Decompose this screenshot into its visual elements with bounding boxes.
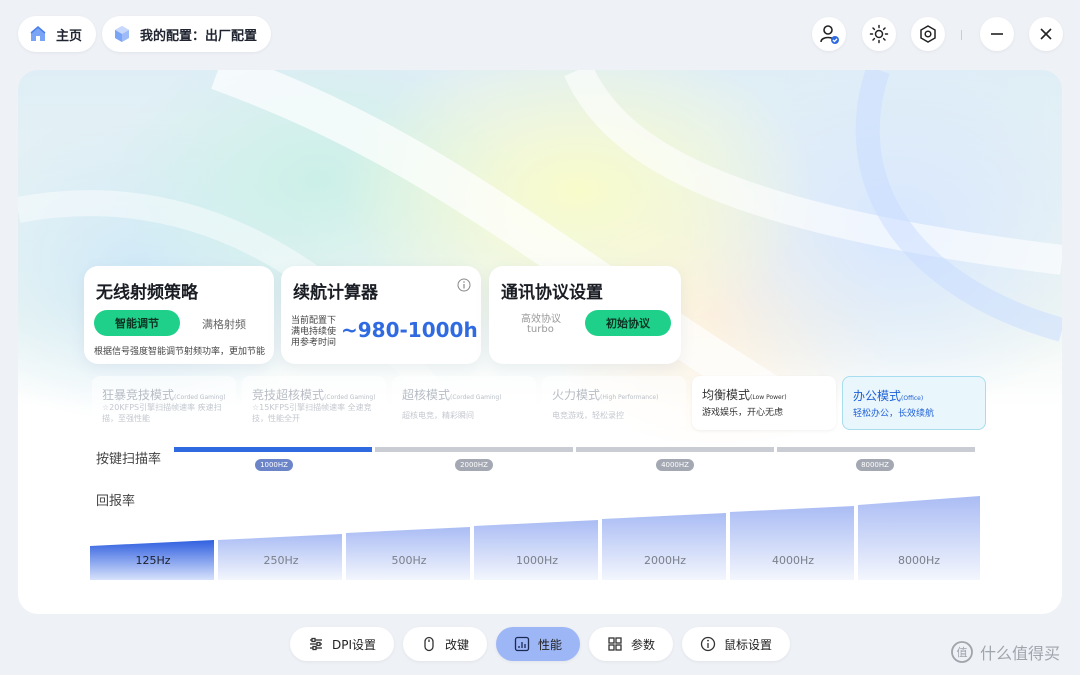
nav-mouse-settings-label: 鼠标设置 <box>723 637 772 652</box>
scan-rate-label: 按键扫描率 <box>96 452 162 467</box>
report-rate-option[interactable]: 2000Hz <box>602 554 728 567</box>
top-bar: 主页 我的配置：出厂配置 <box>0 0 1080 70</box>
scan-rate-option[interactable]: 8000HZ <box>856 459 894 471</box>
home-button[interactable]: 主页 <box>18 16 97 52</box>
report-rate-4000-bar[interactable] <box>730 506 854 580</box>
mode-en: (Office) <box>901 395 924 402</box>
config-button[interactable]: 我的配置：出厂配置 <box>102 16 272 52</box>
user-verified-icon <box>820 25 839 44</box>
battery-card: 续航计算器 当前配置下满电持续使用参考时间 ~980-1000h <box>281 266 481 364</box>
svg-text:值: 值 <box>957 646 968 659</box>
mode-desc: 轻松办公，长效续航 <box>853 409 935 419</box>
mode-en: (Corded Gaming) <box>450 394 502 401</box>
scan-rate-option[interactable]: 1000HZ <box>255 459 293 471</box>
nav-dpi-button[interactable]: DPI设置 <box>290 627 394 661</box>
config-label: 我的配置：出厂配置 <box>140 28 258 44</box>
mode-name: 狂暴竞技模式 <box>102 388 175 402</box>
nav-performance-button[interactable]: 性能 <box>496 627 580 661</box>
mode-name: 火力模式 <box>552 388 601 402</box>
info-circle-icon <box>700 636 716 652</box>
watermark-logo-icon: 值 <box>951 641 973 663</box>
mode-competitive-super[interactable]: 竞技超核模式(Corded Gaming) ☆15KFPS引擎扫描帧速率 全速竞… <box>242 376 386 430</box>
cube-icon <box>115 26 129 42</box>
mode-super-core[interactable]: 超核模式(Corded Gaming) 超核电竞，精彩瞬间 <box>392 376 536 430</box>
report-rate-option[interactable]: 125Hz <box>90 554 216 567</box>
mode-desc: ☆15KFPS引擎扫描帧速率 全速竞技，性能全开 <box>252 403 372 423</box>
battery-note: 当前配置下满电持续使用参考时间 <box>291 316 337 348</box>
minimize-button[interactable] <box>980 17 1014 51</box>
nav-params-button[interactable]: 参数 <box>589 627 673 661</box>
rf-note: 根据信号强度智能调节射频功率，更加节能 <box>94 347 266 357</box>
mode-name: 均衡模式 <box>702 388 751 402</box>
minimize-icon <box>991 33 1003 35</box>
nav-keys-button[interactable]: 改键 <box>403 627 487 661</box>
scan-rate-segment-4000[interactable] <box>576 447 774 452</box>
report-rate-option[interactable]: 250Hz <box>218 554 344 567</box>
mode-name: 竞技超核模式 <box>252 388 325 402</box>
nav-params-label: 参数 <box>630 637 655 652</box>
hex-gear-icon <box>920 25 936 43</box>
protocol-card: 通讯协议设置 高效协议 turbo 初始协议 <box>489 266 681 364</box>
mode-desc: ☆20KFPS引擎扫描帧速率 疾速扫描，至强性能 <box>102 403 222 423</box>
brightness-button[interactable] <box>862 17 896 51</box>
mode-en: (Low Power) <box>750 394 787 401</box>
mode-desc: 游戏娱乐，开心无虑 <box>702 408 784 418</box>
home-icon <box>30 26 46 41</box>
rf-strategy-card: 无线射频策略 智能调节 满格射频 根据信号强度智能调节射频功率，更加节能 <box>84 266 274 364</box>
scan-rate-segment-1000[interactable] <box>174 447 372 452</box>
full-rf-button[interactable]: 满格射频 <box>202 316 246 332</box>
nav-dpi-label: DPI设置 <box>331 637 377 652</box>
grid-icon <box>608 637 622 651</box>
nav-mouse-settings-button[interactable]: 鼠标设置 <box>682 627 790 661</box>
nav-performance-label: 性能 <box>537 637 562 652</box>
scan-rate-segment-8000[interactable] <box>777 447 975 452</box>
mode-balanced[interactable]: 均衡模式(Low Power) 游戏娱乐，开心无虑 <box>692 376 836 430</box>
turbo-label[interactable]: turbo <box>527 324 554 335</box>
settings-button[interactable] <box>911 17 945 51</box>
mode-desc: 超核电竞，精彩瞬间 <box>402 411 474 420</box>
report-rate-8000-bar[interactable] <box>858 496 980 580</box>
battery-value: ~980-1000h <box>341 318 478 342</box>
mode-en: (High Performance) <box>600 394 659 401</box>
smart-adjust-button[interactable]: 智能调节 <box>94 310 180 336</box>
sun-icon <box>869 24 889 44</box>
report-rate-1000-bar[interactable] <box>474 520 598 580</box>
report-rate-option[interactable]: 8000Hz <box>856 554 982 567</box>
close-button[interactable] <box>1029 17 1063 51</box>
home-label: 主页 <box>56 28 83 44</box>
report-rate-option[interactable]: 1000Hz <box>474 554 600 567</box>
battery-title: 续航计算器 <box>293 283 378 303</box>
mode-en: (Corded Gaming) <box>174 394 226 401</box>
mode-en: (Corded Gaming) <box>324 394 376 401</box>
performance-panel: 无线射频策略 智能调节 满格射频 根据信号强度智能调节射频功率，更加节能 续航计… <box>18 70 1062 614</box>
watermark-text: 什么值得买 <box>980 644 1061 663</box>
mode-name: 办公模式 <box>853 389 902 403</box>
sliders-icon <box>309 637 322 651</box>
scan-rate-segment-2000[interactable] <box>375 447 573 452</box>
info-icon[interactable] <box>457 278 471 292</box>
mode-name: 超核模式 <box>402 388 451 402</box>
initial-protocol-button[interactable]: 初始协议 <box>585 310 671 336</box>
mode-office[interactable]: 办公模式(Office) 轻松办公，长效续航 <box>842 376 986 430</box>
toolbar-divider <box>961 30 962 40</box>
scan-rate-option[interactable]: 2000HZ <box>455 459 493 471</box>
mode-frenzy[interactable]: 狂暴竞技模式(Corded Gaming) ☆20KFPS引擎扫描帧速率 疾速扫… <box>92 376 236 430</box>
mode-firepower[interactable]: 火力模式(High Performance) 电竞游戏，轻松录控 <box>542 376 686 430</box>
protocol-title: 通讯协议设置 <box>501 283 603 303</box>
rf-title: 无线射频策略 <box>96 283 198 303</box>
nav-keys-label: 改键 <box>444 637 469 652</box>
watermark: 值 什么值得买 <box>950 640 1060 664</box>
close-icon <box>1040 28 1052 40</box>
mouse-icon <box>424 636 434 652</box>
report-rate-2000-bar[interactable] <box>602 513 726 580</box>
report-rate-option[interactable]: 4000Hz <box>730 554 856 567</box>
efficient-protocol-label[interactable]: 高效协议 <box>521 310 561 325</box>
scan-rate-option[interactable]: 4000HZ <box>656 459 694 471</box>
account-button[interactable] <box>812 17 846 51</box>
mode-desc: 电竞游戏，轻松录控 <box>552 411 624 420</box>
performance-icon <box>514 636 530 652</box>
report-rate-option[interactable]: 500Hz <box>346 554 472 567</box>
